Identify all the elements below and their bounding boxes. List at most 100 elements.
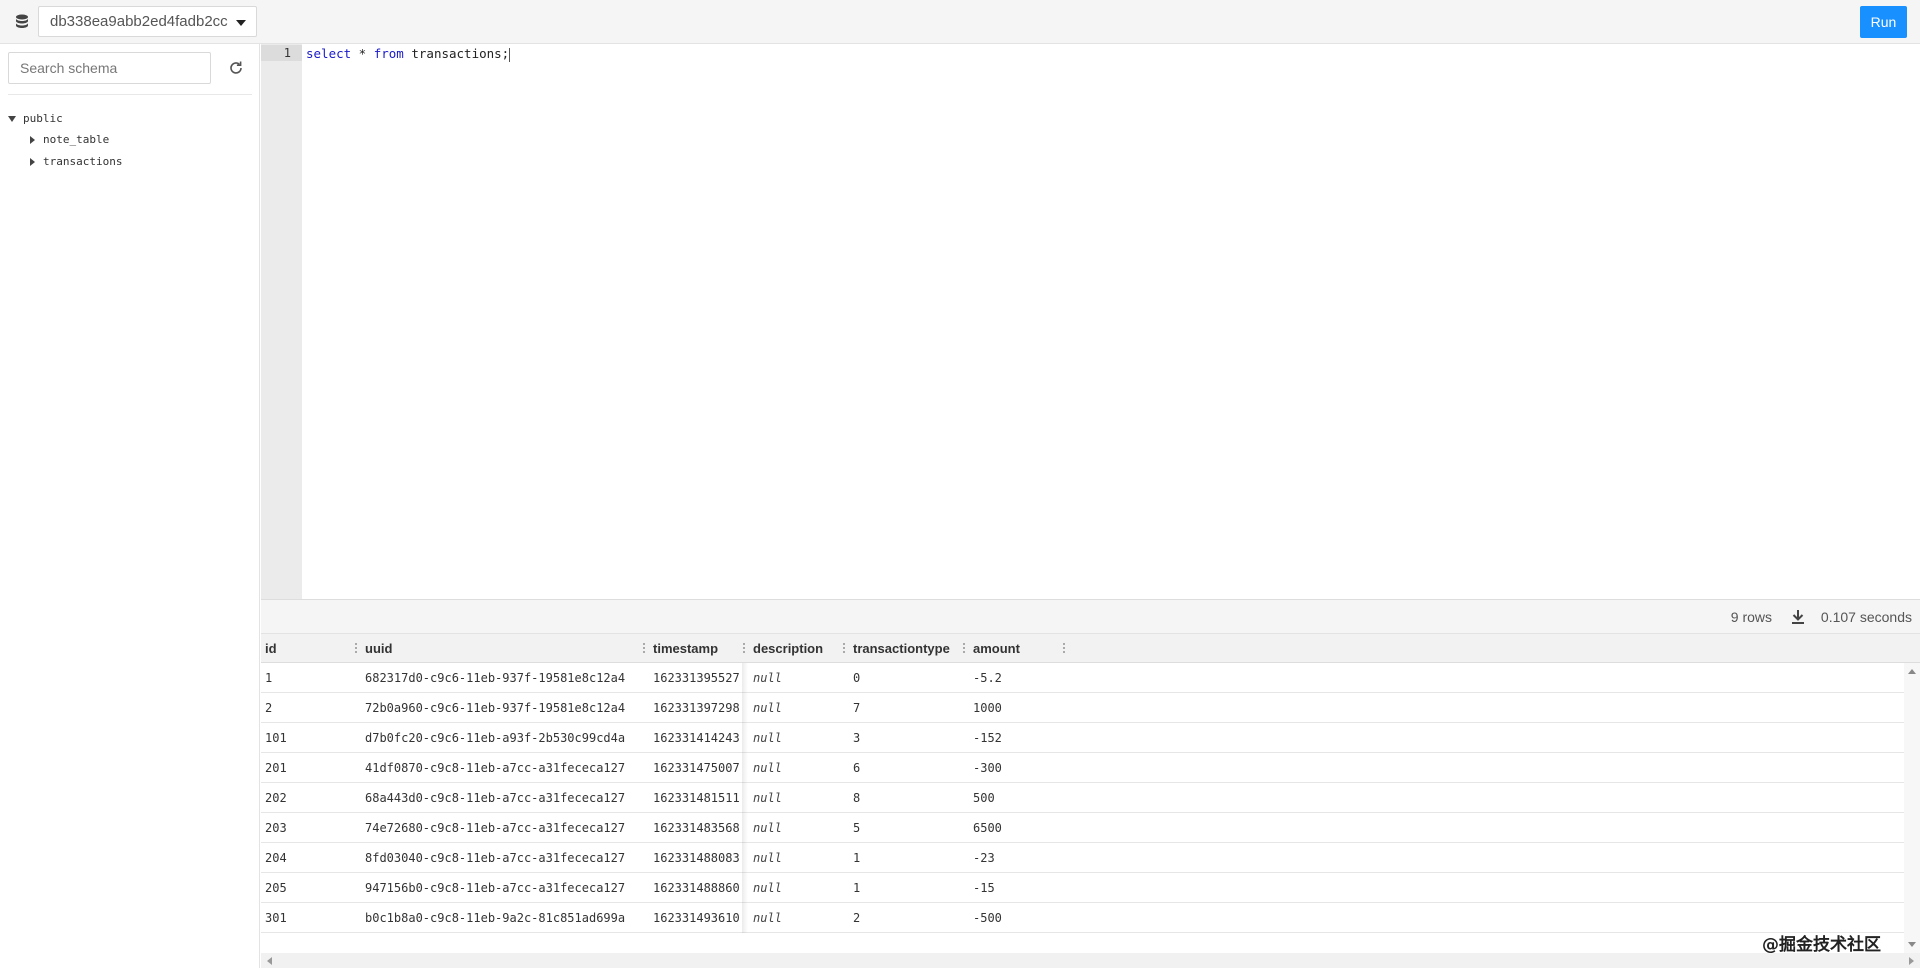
table-cell-uuid[interactable]: 74e72680-c9c8-11eb-a7cc-a31fececa127 xyxy=(365,821,641,835)
database-name: db338ea9abb2ed4fadb2cc xyxy=(50,13,228,30)
table-cell-uuid[interactable]: 8fd03040-c9c8-11eb-a7cc-a31fececa127 xyxy=(365,851,641,865)
table-cell-description[interactable]: null xyxy=(753,821,841,835)
table-cell-transactiontype[interactable]: 8 xyxy=(853,791,961,805)
table-cell-transactiontype[interactable]: 1 xyxy=(853,881,961,895)
table-cell-description[interactable]: null xyxy=(753,701,841,715)
table-cell-timestamp[interactable]: 162331395527 xyxy=(653,671,743,685)
run-button[interactable]: Run xyxy=(1860,6,1907,38)
table-cell-uuid[interactable]: 41df0870-c9c8-11eb-a7cc-a31fececa127 xyxy=(365,761,641,775)
table-cell-transactiontype[interactable]: 3 xyxy=(853,731,961,745)
table-row[interactable]: 2 72b0a960-c9c6-11eb-937f-19581e8c12a4 162… xyxy=(261,693,1904,723)
column-resize-handle[interactable] xyxy=(743,643,745,653)
database-select[interactable]: db338ea9abb2ed4fadb2cc xyxy=(38,6,257,37)
table-row[interactable]: 1 682317d0-c9c6-11eb-937f-19581e8c12a4 162… xyxy=(261,663,1904,693)
table-cell-transactiontype[interactable]: 6 xyxy=(853,761,961,775)
column-resize-handle[interactable] xyxy=(963,643,965,653)
table-cell-id[interactable]: 203 xyxy=(265,821,353,835)
table-cell-amount[interactable]: -15 xyxy=(973,881,1063,895)
sql-editor[interactable]: 1 select * from transactions; xyxy=(261,44,1920,599)
table-cell-id[interactable]: 2 xyxy=(265,701,353,715)
table-cell-description[interactable]: null xyxy=(753,911,841,925)
table-cell-id[interactable]: 205 xyxy=(265,881,353,895)
column-header[interactable]: uuid xyxy=(365,641,392,656)
table-cell-uuid[interactable]: 947156b0-c9c8-11eb-a7cc-a31fececa127 xyxy=(365,881,641,895)
tree-item-table[interactable]: note_table xyxy=(30,133,109,146)
table-row[interactable]: 301 b0c1b8a0-c9c8-11eb-9a2c-81c851ad699a 1… xyxy=(261,903,1904,933)
table-cell-id[interactable]: 101 xyxy=(265,731,353,745)
table-row[interactable]: 205 947156b0-c9c8-11eb-a7cc-a31fececa127 1… xyxy=(261,873,1904,903)
table-row[interactable]: 202 68a443d0-c9c8-11eb-a7cc-a31fececa127 1… xyxy=(261,783,1904,813)
table-cell-timestamp[interactable]: 162331483568 xyxy=(653,821,743,835)
table-cell-amount[interactable]: 500 xyxy=(973,791,1063,805)
table-cell-transactiontype[interactable]: 7 xyxy=(853,701,961,715)
vertical-scrollbar[interactable] xyxy=(1904,663,1920,955)
code-line[interactable]: select * from transactions; xyxy=(306,46,511,62)
refresh-icon[interactable] xyxy=(228,60,244,76)
column-header[interactable]: timestamp xyxy=(653,641,718,656)
table-cell-timestamp[interactable]: 162331493610 xyxy=(653,911,743,925)
tree-item-schema[interactable]: public xyxy=(8,112,63,125)
table-label: transactions xyxy=(43,155,123,168)
table-cell-uuid[interactable]: 682317d0-c9c6-11eb-937f-19581e8c12a4 xyxy=(365,671,641,685)
table-cell-description[interactable]: null xyxy=(753,731,841,745)
table-cell-description[interactable]: null xyxy=(753,791,841,805)
table-cell-description[interactable]: null xyxy=(753,851,841,865)
table-cell-amount[interactable]: -23 xyxy=(973,851,1063,865)
scroll-right-icon[interactable] xyxy=(1909,957,1914,965)
column-header[interactable]: amount xyxy=(973,641,1020,656)
table-cell-description[interactable]: null xyxy=(753,881,841,895)
schema-label: public xyxy=(23,112,63,125)
tree-item-table[interactable]: transactions xyxy=(30,155,122,168)
column-header[interactable]: transactiontype xyxy=(853,641,950,656)
scroll-down-icon[interactable] xyxy=(1908,942,1916,947)
code-token: * xyxy=(351,46,374,61)
table-cell-timestamp[interactable]: 162331414243 xyxy=(653,731,743,745)
table-cell-amount[interactable]: -500 xyxy=(973,911,1063,925)
table-cell-amount[interactable]: 1000 xyxy=(973,701,1063,715)
column-header[interactable]: id xyxy=(265,641,277,656)
table-cell-uuid[interactable]: 68a443d0-c9c8-11eb-a7cc-a31fececa127 xyxy=(365,791,641,805)
table-cell-amount[interactable]: -152 xyxy=(973,731,1063,745)
column-resize-handle[interactable] xyxy=(355,643,357,653)
table-cell-amount[interactable]: 6500 xyxy=(973,821,1063,835)
results-header-row: id uuid timestamp description transactio… xyxy=(261,634,1920,663)
table-cell-timestamp[interactable]: 162331488083 xyxy=(653,851,743,865)
table-cell-timestamp[interactable]: 162331475007 xyxy=(653,761,743,775)
table-cell-uuid[interactable]: b0c1b8a0-c9c8-11eb-9a2c-81c851ad699a xyxy=(365,911,641,925)
table-cell-id[interactable]: 202 xyxy=(265,791,353,805)
table-cell-id[interactable]: 301 xyxy=(265,911,353,925)
table-row[interactable]: 203 74e72680-c9c8-11eb-a7cc-a31fececa127 1… xyxy=(261,813,1904,843)
table-cell-amount[interactable]: -300 xyxy=(973,761,1063,775)
table-cell-uuid[interactable]: d7b0fc20-c9c6-11eb-a93f-2b530c99cd4a xyxy=(365,731,641,745)
table-cell-id[interactable]: 201 xyxy=(265,761,353,775)
table-cell-description[interactable]: null xyxy=(753,761,841,775)
search-schema-input[interactable] xyxy=(8,52,211,84)
caret-right-icon xyxy=(30,157,35,166)
table-cell-transactiontype[interactable]: 5 xyxy=(853,821,961,835)
table-cell-timestamp[interactable]: 162331397298 xyxy=(653,701,743,715)
download-icon[interactable] xyxy=(1791,609,1805,625)
table-cell-transactiontype[interactable]: 1 xyxy=(853,851,961,865)
horizontal-scrollbar[interactable] xyxy=(261,953,1920,968)
table-row[interactable]: 201 41df0870-c9c8-11eb-a7cc-a31fececa127 1… xyxy=(261,753,1904,783)
table-cell-description[interactable]: null xyxy=(753,671,841,685)
scroll-up-icon[interactable] xyxy=(1908,669,1916,674)
scroll-left-icon[interactable] xyxy=(267,957,272,965)
table-row[interactable]: 204 8fd03040-c9c8-11eb-a7cc-a31fececa127 1… xyxy=(261,843,1904,873)
column-shadow xyxy=(742,663,748,933)
column-resize-handle[interactable] xyxy=(843,643,845,653)
table-cell-transactiontype[interactable]: 0 xyxy=(853,671,961,685)
table-cell-id[interactable]: 1 xyxy=(265,671,353,685)
table-cell-amount[interactable]: -5.2 xyxy=(973,671,1063,685)
column-header[interactable]: description xyxy=(753,641,823,656)
table-row[interactable]: 101 d7b0fc20-c9c6-11eb-a93f-2b530c99cd4a 1… xyxy=(261,723,1904,753)
top-bar: db338ea9abb2ed4fadb2cc Run xyxy=(0,0,1920,44)
table-cell-timestamp[interactable]: 162331481511 xyxy=(653,791,743,805)
column-resize-handle[interactable] xyxy=(1063,643,1065,653)
column-resize-handle[interactable] xyxy=(643,643,645,653)
line-gutter: 1 xyxy=(261,44,302,599)
table-cell-timestamp[interactable]: 162331488860 xyxy=(653,881,743,895)
table-cell-transactiontype[interactable]: 2 xyxy=(853,911,961,925)
table-cell-uuid[interactable]: 72b0a960-c9c6-11eb-937f-19581e8c12a4 xyxy=(365,701,641,715)
table-cell-id[interactable]: 204 xyxy=(265,851,353,865)
